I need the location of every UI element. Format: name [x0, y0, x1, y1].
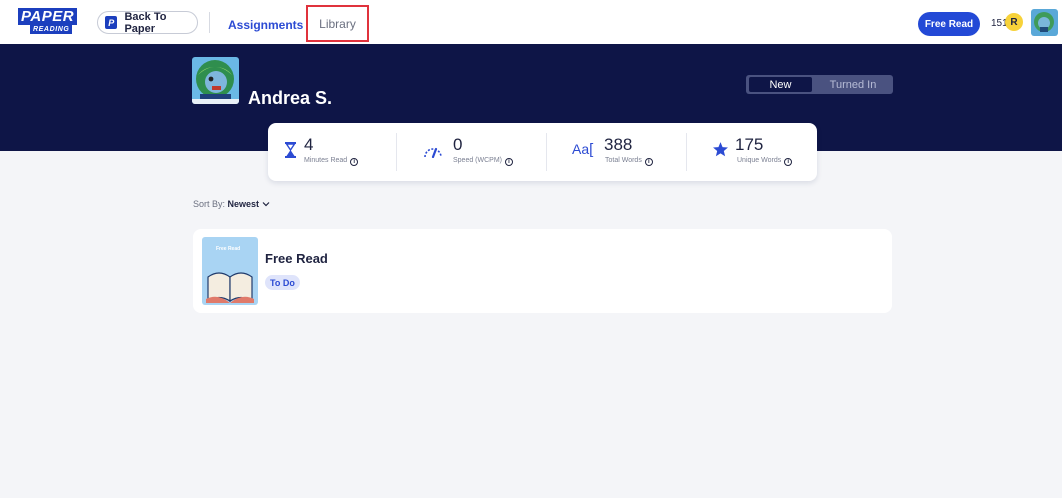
assignment-title: Free Read	[265, 251, 328, 266]
paper-p-icon: P	[105, 16, 118, 29]
logo-paper-text: PAPER	[18, 8, 78, 25]
student-avatar	[192, 57, 239, 104]
stat-label-text: Minutes Read	[304, 157, 348, 164]
stat-label: Total Words i	[605, 157, 653, 166]
speedometer-icon	[423, 145, 443, 163]
assignment-card[interactable]: Free Read Free Read To Do	[193, 229, 892, 313]
student-name: Andrea S.	[248, 88, 333, 108]
stat-minutes-read: 4 Minutes Read i	[268, 123, 396, 181]
hourglass-icon	[285, 142, 296, 163]
toggle-new[interactable]: New	[749, 77, 812, 92]
stat-value: 175	[735, 135, 764, 154]
free-read-button[interactable]: Free Read	[918, 12, 980, 36]
stat-label: Minutes Read i	[304, 157, 359, 166]
sort-value: Newest	[227, 199, 260, 209]
top-navigation-bar: PAPER READING P Back To Paper Assignment…	[0, 0, 1062, 44]
star-icon	[712, 141, 729, 163]
nav-divider	[209, 12, 210, 33]
chevron-down-icon	[262, 199, 270, 209]
tab-assignments[interactable]: Assignments	[228, 18, 303, 32]
logo-reading-text: READING	[30, 25, 73, 34]
assignment-status-toggle: New Turned In	[746, 75, 893, 94]
sort-prefix: Sort By:	[193, 199, 226, 209]
toggle-turned-in[interactable]: Turned In	[816, 77, 890, 92]
stat-total-words: Aa[ 388 Total Words i	[546, 123, 686, 181]
stat-label-text: Unique Words	[737, 157, 782, 164]
stat-label-text: Speed (WCPM)	[453, 157, 503, 164]
stat-label: Unique Words i	[737, 157, 793, 166]
text-size-icon: Aa[	[572, 141, 594, 158]
info-icon[interactable]: i	[644, 158, 653, 166]
stat-value: 0	[453, 135, 463, 154]
reading-stats-card: 4 Minutes Read i 0 Speed (WCPM) i Aa[ 388 …	[268, 123, 817, 181]
stat-speed: 0 Speed (WCPM) i	[396, 123, 546, 181]
back-to-paper-label: Back To Paper	[124, 10, 167, 35]
text-size-icon-glyph: Aa	[572, 141, 590, 157]
open-book-icon	[206, 272, 254, 303]
stat-unique-words: 175 Unique Words i	[686, 123, 817, 181]
info-icon[interactable]: i	[784, 158, 793, 166]
status-badge: To Do	[265, 275, 300, 290]
back-to-paper-button[interactable]: P Back To Paper	[97, 10, 198, 35]
sort-dropdown[interactable]: Sort By: Newest	[193, 199, 270, 209]
tab-library[interactable]: Library	[306, 5, 369, 42]
stat-label: Speed (WCPM) i	[453, 157, 514, 166]
stat-value: 388	[604, 135, 633, 154]
stat-value: 4	[304, 135, 314, 154]
book-thumbnail: Free Read	[202, 237, 258, 305]
tab-library-label: Library	[319, 16, 356, 31]
avatar-icon	[1031, 9, 1058, 36]
reading-points-badge: R	[1005, 13, 1023, 31]
info-icon[interactable]: i	[350, 158, 359, 166]
student-avatar-icon	[192, 57, 239, 104]
stat-label-text: Total Words	[605, 157, 642, 164]
info-icon[interactable]: i	[505, 158, 514, 166]
paper-reading-logo[interactable]: PAPER READING	[18, 8, 80, 38]
user-avatar-menu[interactable]	[1031, 9, 1058, 36]
